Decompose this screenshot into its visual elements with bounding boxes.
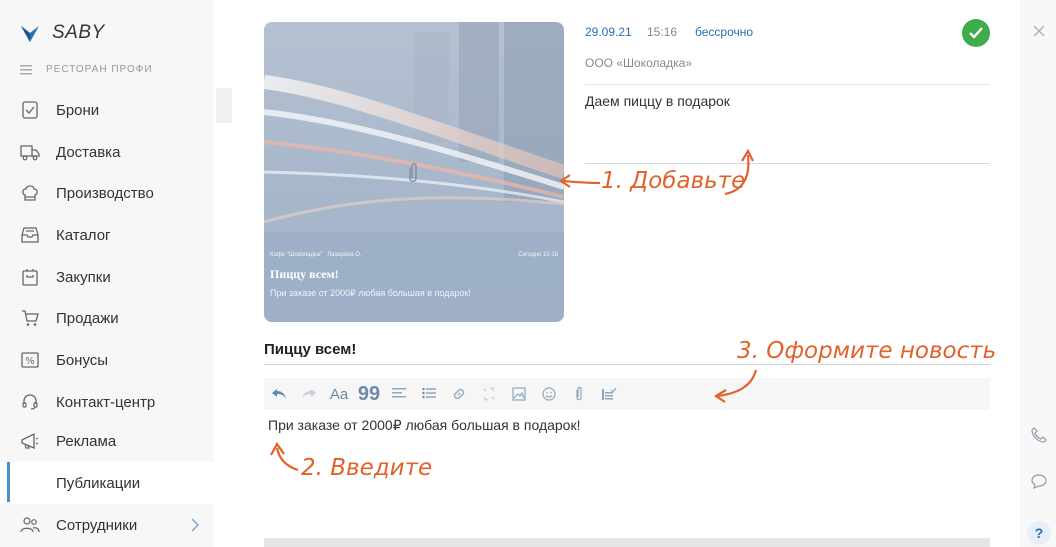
chevron-right-icon[interactable] (190, 518, 200, 532)
divider (264, 364, 990, 365)
org-switcher[interactable]: РЕСТОРАН ПРОФИ (20, 64, 153, 75)
bottom-bar (264, 538, 990, 547)
sidebar-item-label: Публикации (56, 474, 141, 492)
sidebar: SABY РЕСТОРАН ПРОФИ Брони Доставка Произ… (0, 0, 214, 547)
formatting-toolbar: Aa 99 (264, 378, 990, 410)
quote-icon[interactable]: 99 (354, 382, 384, 406)
annotation-format: 3. Оформите новость (737, 338, 997, 364)
sidebar-item-bonuses[interactable]: % Бонусы (0, 339, 214, 381)
attachment-icon[interactable] (564, 382, 594, 406)
people-icon (20, 515, 40, 535)
sidebar-item-label: Контакт-центр (56, 393, 156, 411)
svg-text:%: % (25, 356, 35, 367)
chef-hat-icon (20, 183, 40, 203)
publication-body-field[interactable]: При заказе от 2000₽ любая большая в пода… (268, 417, 580, 434)
menu-icon[interactable] (20, 64, 32, 75)
active-indicator (7, 462, 10, 502)
image-icon[interactable] (504, 382, 534, 406)
publish-time[interactable]: 15:16 (647, 25, 677, 39)
sidebar-item-delivery[interactable]: Доставка (0, 131, 214, 173)
sidebar-item-label: Реклама (56, 432, 117, 450)
cover-image[interactable]: Кафе "Шоколадка" Лазарева О. Сегодня 15:… (264, 22, 564, 322)
redo-icon[interactable] (294, 382, 324, 406)
sidebar-item-label: Продажи (56, 309, 119, 327)
megaphone-icon (20, 431, 40, 451)
sidebar-item-label: Производство (56, 184, 154, 202)
calendar-check-icon (20, 100, 40, 120)
sidebar-item-label: Сотрудники (56, 516, 138, 534)
phone-icon[interactable] (1028, 424, 1050, 446)
delivery-truck-icon (20, 142, 40, 162)
headset-icon (20, 392, 40, 412)
purchase-bag-icon (20, 267, 40, 287)
sidebar-item-label: Закупки (56, 268, 111, 286)
card-footer-left: Кафе "Шоколадка" Лазарева О. (270, 252, 362, 258)
font-size-icon[interactable]: Aa (324, 382, 354, 406)
publish-date[interactable]: 29.09.21 (585, 25, 632, 39)
annotation-enter: 2. Введите (301, 455, 433, 481)
sidebar-item-catalog[interactable]: Каталог (0, 214, 214, 256)
divider (585, 163, 990, 164)
annotation-add: 1. Добавьте (601, 168, 746, 194)
sidebar-item-label: Доставка (56, 143, 121, 161)
sidebar-item-purchases[interactable]: Закупки (0, 256, 214, 298)
align-icon[interactable] (384, 382, 414, 406)
chat-icon[interactable] (1028, 470, 1050, 492)
sidebar-item-bookings[interactable]: Брони (0, 89, 214, 131)
sidebar-item-advertising[interactable]: Реклама (0, 420, 214, 462)
publish-term[interactable]: бессрочно (695, 25, 753, 39)
approved-check-icon[interactable] (962, 19, 990, 47)
attachment-icon[interactable] (406, 162, 420, 186)
sidebar-item-label: Каталог (56, 226, 111, 244)
sidebar-item-contact-center[interactable]: Контакт-центр (0, 381, 214, 423)
sidebar-item-label: Бонусы (56, 351, 109, 369)
sidebar-item-sales[interactable]: Продажи (0, 297, 214, 339)
card-title: Пиццу всем! (270, 267, 339, 281)
description-field[interactable]: Даем пиццу в подарок (585, 93, 730, 109)
template-icon[interactable] (594, 382, 624, 406)
organization-link[interactable]: ООО «Шоколадка» (585, 56, 692, 70)
publication-title-field[interactable]: Пиццу всем! (264, 341, 356, 358)
right-panel (1020, 0, 1056, 547)
gap-shade (216, 88, 232, 123)
org-name: РЕСТОРАН ПРОФИ (46, 64, 153, 75)
logo[interactable]: SABY (20, 22, 105, 44)
emoji-icon[interactable] (534, 382, 564, 406)
sidebar-item-production[interactable]: Производство (0, 172, 214, 214)
unlink-icon[interactable] (474, 382, 504, 406)
saby-logo-icon (21, 26, 39, 42)
catalog-tray-icon (20, 225, 40, 245)
sidebar-gap (214, 0, 232, 547)
list-icon[interactable] (414, 382, 444, 406)
sidebar-item-label: Брони (56, 101, 100, 119)
card-footer-right: Сегодня 15:18 (518, 252, 558, 258)
sidebar-item-publications[interactable]: Публикации (0, 462, 214, 504)
percent-icon: % (20, 350, 40, 370)
divider (585, 84, 990, 85)
link-icon[interactable] (444, 382, 474, 406)
undo-icon[interactable] (264, 382, 294, 406)
cart-icon (20, 308, 40, 328)
close-icon[interactable] (1028, 20, 1050, 42)
sidebar-item-employees[interactable]: Сотрудники (0, 504, 214, 546)
app-title: SABY (52, 22, 105, 43)
help-icon[interactable]: ? (1027, 521, 1051, 545)
card-subtitle: При заказе от 2000₽ любая большая в пода… (270, 288, 471, 298)
